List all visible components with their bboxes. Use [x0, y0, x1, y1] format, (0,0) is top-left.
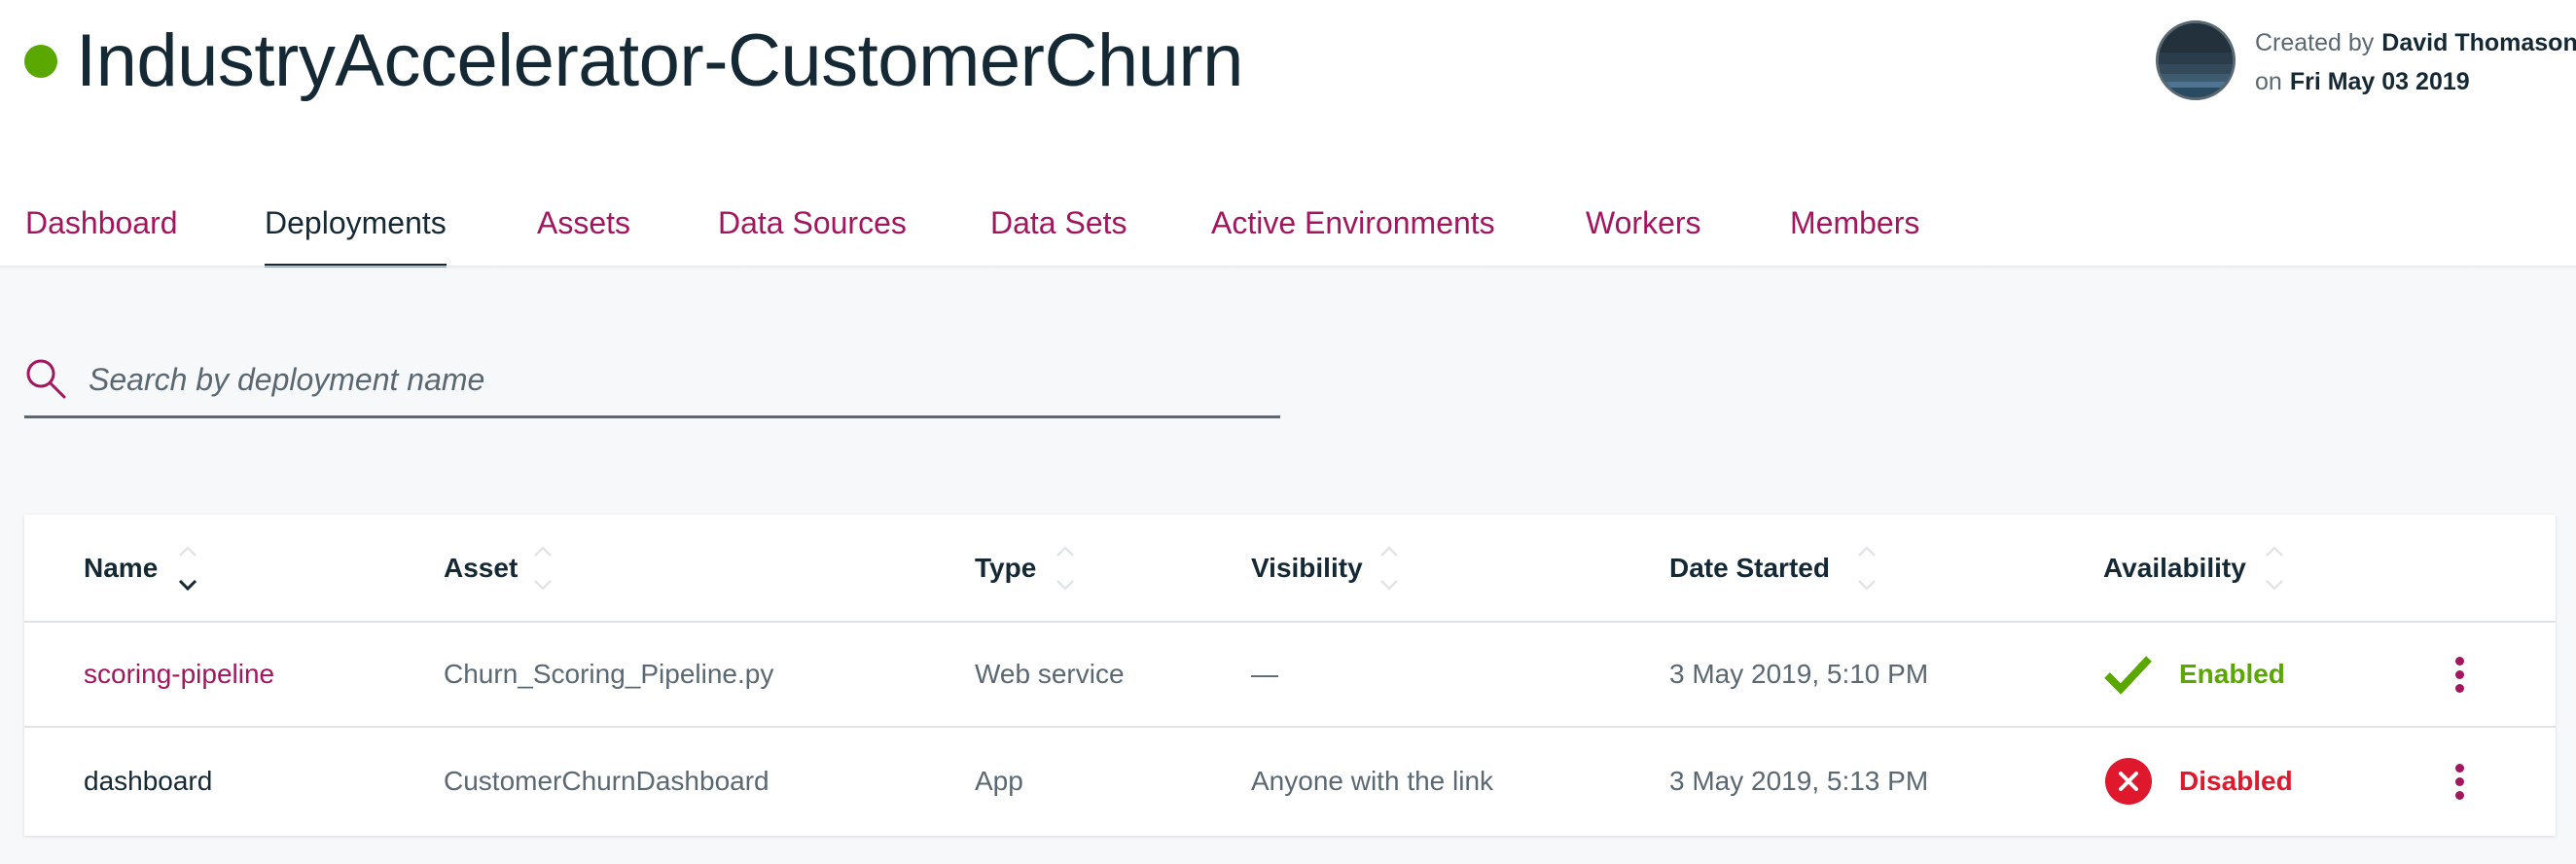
search-icon: [26, 359, 66, 399]
column-header-date-started[interactable]: Date Started: [1669, 544, 1830, 593]
created-date: Fri May 03 2019: [2289, 68, 2470, 95]
sort-icon[interactable]: [530, 544, 555, 594]
sort-icon[interactable]: [1377, 544, 1402, 594]
sort-icon[interactable]: [2262, 544, 2287, 594]
created-on-label: on: [2255, 68, 2282, 95]
column-header-visibility[interactable]: Visibility: [1251, 544, 1363, 593]
project-header: IndustryAccelerator-CustomerChurn Create…: [0, 0, 2576, 268]
deployment-search: [24, 352, 1280, 418]
table-row: scoring-pipeline Churn_Scoring_Pipeline.…: [24, 623, 2556, 728]
column-header-name[interactable]: Name: [84, 544, 158, 593]
sort-descending-icon[interactable]: [175, 544, 200, 594]
availability-status: Enabled: [2179, 659, 2285, 689]
deployments-table: Name Asset Type Visibility Date Started …: [24, 515, 2556, 836]
table-header: Name Asset Type Visibility Date Started …: [24, 515, 2556, 623]
checkmark-icon: [2104, 656, 2152, 695]
search-input[interactable]: [89, 352, 1256, 407]
deployment-date-started: 3 May 2019, 5:10 PM: [1669, 659, 1929, 689]
creator-avatar[interactable]: [2156, 20, 2236, 100]
sort-icon[interactable]: [1053, 544, 1078, 594]
deployment-name-link[interactable]: scoring-pipeline: [84, 650, 274, 699]
sort-icon[interactable]: [1854, 544, 1879, 594]
deployment-date-started: 3 May 2019, 5:13 PM: [1669, 766, 1929, 796]
tab-data-sources[interactable]: Data Sources: [718, 195, 907, 268]
tab-workers[interactable]: Workers: [1586, 195, 1701, 268]
deployment-type: App: [975, 766, 1023, 796]
overflow-menu-icon[interactable]: [2445, 653, 2474, 698]
deployment-asset: CustomerChurnDashboard: [444, 766, 769, 796]
project-tabs: Dashboard Deployments Assets Data Source…: [0, 195, 2576, 268]
tab-deployments[interactable]: Deployments: [265, 195, 447, 268]
created-by-label: Created by: [2255, 29, 2375, 56]
deployment-visibility: Anyone with the link: [1251, 766, 1494, 796]
project-status-dot: [24, 45, 57, 78]
column-header-availability[interactable]: Availability: [2103, 544, 2246, 593]
tab-members[interactable]: Members: [1790, 195, 1919, 268]
tabs-divider: [0, 266, 2576, 270]
deployment-name[interactable]: dashboard: [84, 757, 212, 806]
deployment-visibility: —: [1251, 659, 1278, 689]
creator-info: Created by David Thomason on Fri May 03 20…: [2255, 23, 2576, 101]
deployment-asset: Churn_Scoring_Pipeline.py: [444, 659, 774, 689]
table-row: dashboard CustomerChurnDashboard App Any…: [24, 730, 2556, 835]
tab-dashboard[interactable]: Dashboard: [25, 195, 178, 268]
deployment-type: Web service: [975, 659, 1125, 689]
tab-data-sets[interactable]: Data Sets: [990, 195, 1127, 268]
overflow-menu-icon[interactable]: [2445, 760, 2474, 805]
error-icon: [2105, 758, 2152, 805]
project-title: IndustryAccelerator-CustomerChurn: [76, 19, 1243, 102]
column-header-type[interactable]: Type: [975, 544, 1036, 593]
creator-name: David Thomason: [2381, 29, 2576, 56]
tab-active-environments[interactable]: Active Environments: [1211, 195, 1495, 268]
column-header-asset[interactable]: Asset: [444, 544, 518, 593]
tab-assets[interactable]: Assets: [537, 195, 630, 268]
availability-status: Disabled: [2179, 766, 2293, 796]
